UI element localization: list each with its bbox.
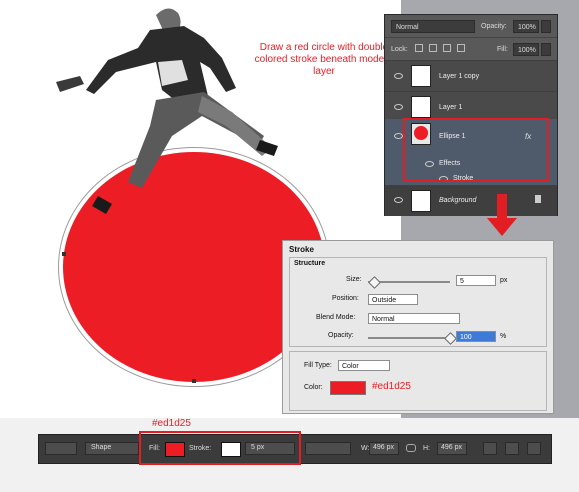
dialog-title: Stroke bbox=[289, 245, 314, 254]
path-arrangement-icon[interactable] bbox=[527, 442, 541, 455]
fill-field[interactable]: 100% bbox=[513, 43, 539, 56]
fill-type-label: Fill Type: bbox=[304, 362, 332, 369]
visibility-eye-icon[interactable] bbox=[394, 133, 403, 139]
path-anchor-bottom[interactable] bbox=[192, 379, 196, 383]
opacity-input[interactable]: 100 bbox=[456, 331, 496, 342]
highlight-fill-stroke bbox=[139, 431, 301, 465]
path-anchor-left[interactable] bbox=[62, 252, 66, 256]
opacity-label: Opacity: bbox=[328, 332, 354, 339]
highlight-ellipse-layer bbox=[403, 118, 549, 182]
layer-thumbnail bbox=[411, 65, 431, 87]
lock-icon bbox=[535, 195, 541, 203]
width-input[interactable]: 496 px bbox=[369, 442, 399, 455]
color-hex-label: #ed1d25 bbox=[372, 381, 411, 392]
layer-thumbnail bbox=[411, 190, 431, 212]
visibility-eye-icon[interactable] bbox=[394, 73, 403, 79]
layers-panel: Normal Opacity: 100% Lock: Fill: 100% La… bbox=[384, 14, 558, 216]
blend-mode-select[interactable]: Normal bbox=[391, 20, 475, 33]
size-input[interactable]: 5 bbox=[456, 275, 496, 286]
toolbar-hex-label: #ed1d25 bbox=[152, 418, 191, 429]
blend-mode-select[interactable]: Normal bbox=[368, 313, 460, 324]
layer-row-layer-1-copy[interactable]: Layer 1 copy bbox=[385, 60, 557, 92]
visibility-eye-icon[interactable] bbox=[394, 104, 403, 110]
opacity-slider-knob[interactable] bbox=[444, 332, 457, 345]
instruction-note: Draw a red circle with double colored st… bbox=[254, 42, 394, 77]
path-operations-icon[interactable] bbox=[483, 442, 497, 455]
path-alignment-icon[interactable] bbox=[505, 442, 519, 455]
color-swatch[interactable] bbox=[330, 381, 366, 395]
layer-name: Layer 1 copy bbox=[439, 73, 480, 80]
mode-select[interactable]: Shape bbox=[85, 442, 139, 455]
height-label: H: bbox=[423, 445, 430, 452]
fill-dropdown-button[interactable] bbox=[541, 43, 551, 56]
height-value: 496 px bbox=[441, 444, 463, 451]
width-value: 496 px bbox=[373, 444, 395, 451]
lock-label: Lock: bbox=[391, 46, 408, 53]
layer-name: Layer 1 bbox=[439, 104, 463, 111]
opacity-unit: % bbox=[500, 333, 507, 340]
layers-panel-top-row: Normal Opacity: 100% bbox=[385, 15, 557, 37]
opacity-dropdown-button[interactable] bbox=[541, 20, 551, 33]
size-unit: px bbox=[500, 277, 508, 284]
blend-mode-label: Blend Mode: bbox=[316, 314, 356, 321]
lock-brush-icon[interactable] bbox=[429, 44, 437, 52]
structure-group: Structure Size: 5 px Position: Outside B… bbox=[289, 257, 547, 347]
opacity-label: Opacity: bbox=[481, 23, 507, 30]
layers-lock-row: Lock: Fill: 100% bbox=[385, 37, 557, 60]
color-label: Color: bbox=[304, 384, 323, 391]
size-slider-knob[interactable] bbox=[368, 276, 381, 289]
mode-value: Shape bbox=[91, 444, 112, 451]
size-label: Size: bbox=[346, 276, 362, 283]
fill-type-select[interactable]: Color bbox=[338, 360, 390, 371]
fill-type-group: Fill Type: Color Color: #ed1d25 bbox=[289, 351, 547, 411]
layer-name: Background bbox=[439, 197, 477, 204]
fill-label: Fill: bbox=[497, 46, 508, 53]
tool-preset-picker[interactable] bbox=[45, 442, 77, 455]
opacity-field[interactable]: 100% bbox=[513, 20, 539, 33]
layer-thumbnail bbox=[411, 96, 431, 118]
dancing-model-image bbox=[56, 8, 278, 214]
height-input[interactable]: 496 px bbox=[437, 442, 467, 455]
layer-row-background[interactable]: Background bbox=[385, 185, 557, 216]
stroke-dialog: Stroke Structure Size: 5 px Position: Ou… bbox=[282, 240, 554, 414]
structure-label: Structure bbox=[294, 260, 326, 267]
link-icon[interactable] bbox=[406, 444, 416, 452]
position-select[interactable]: Outside bbox=[368, 294, 418, 305]
lock-transparent-icon[interactable] bbox=[415, 44, 423, 52]
lock-move-icon[interactable] bbox=[443, 44, 451, 52]
visibility-eye-icon[interactable] bbox=[394, 197, 403, 203]
down-arrow-icon bbox=[487, 194, 517, 236]
stroke-type-select[interactable] bbox=[305, 442, 351, 455]
opacity-slider[interactable] bbox=[368, 337, 450, 339]
position-label: Position: bbox=[332, 295, 359, 302]
lock-all-icon[interactable] bbox=[457, 44, 465, 52]
